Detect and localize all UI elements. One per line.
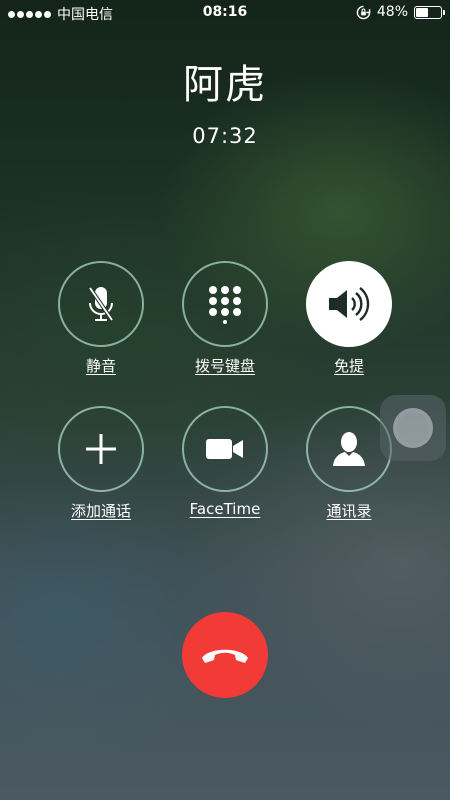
keypad-icon — [209, 286, 241, 324]
keypad-circle[interactable] — [182, 261, 268, 347]
assistive-touch-icon — [393, 408, 433, 448]
keypad-button[interactable]: 拨号键盘 — [181, 261, 269, 376]
battery-percent: 48% — [376, 4, 408, 20]
status-right: 48% — [356, 4, 445, 20]
plus-icon — [86, 434, 116, 464]
add-call-label: 添加通话 — [70, 502, 131, 520]
contacts-label: 通讯录 — [326, 502, 372, 520]
keypad-label: 拨号键盘 — [194, 357, 255, 375]
mute-label: 静音 — [85, 357, 116, 375]
caller-name: 阿虎 — [183, 62, 267, 108]
assistive-touch-button[interactable] — [380, 395, 446, 461]
mute-button[interactable]: 静音 — [57, 261, 145, 376]
status-bar: 中国电信 08:16 48% — [0, 0, 450, 26]
mic-muted-icon — [88, 286, 114, 322]
phone-hangup-icon — [202, 649, 248, 663]
speaker-button[interactable]: 免提 — [305, 261, 393, 376]
speaker-circle[interactable] — [306, 261, 392, 347]
end-call-button[interactable] — [182, 612, 268, 698]
video-camera-icon — [206, 439, 243, 459]
speaker-icon — [329, 287, 370, 321]
facetime-label: FaceTime — [189, 500, 261, 518]
facetime-circle[interactable] — [182, 406, 268, 492]
call-duration: 07:32 — [192, 124, 258, 148]
rotation-lock-icon — [356, 5, 371, 19]
mute-circle[interactable] — [58, 261, 144, 347]
battery-fill — [416, 7, 428, 17]
speaker-label: 免提 — [333, 357, 364, 375]
battery-icon — [414, 5, 445, 19]
add-call-button[interactable]: 添加通话 — [57, 406, 145, 521]
add-call-circle[interactable] — [58, 406, 144, 492]
facetime-button[interactable]: FaceTime — [181, 406, 269, 518]
contact-person-icon — [333, 432, 365, 466]
